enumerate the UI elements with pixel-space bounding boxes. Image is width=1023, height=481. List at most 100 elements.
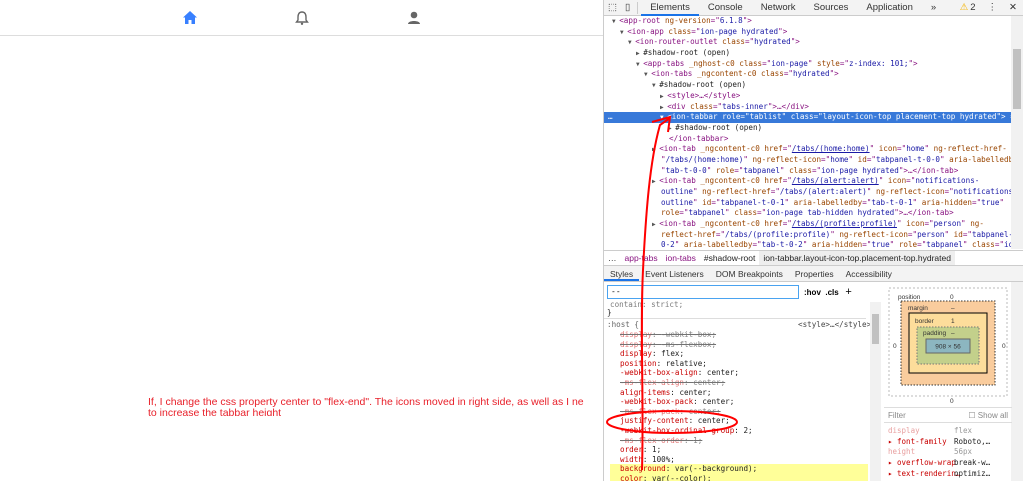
css-property[interactable]: -ms-flex-order: [620, 436, 684, 445]
css-property[interactable]: -webkit-box-pack: [620, 397, 693, 406]
css-declaration[interactable]: display: -ms-flexbox;: [620, 340, 716, 350]
menu-kebab-icon[interactable]: ⋮: [982, 2, 1004, 13]
css-value[interactable]: center;: [707, 368, 739, 377]
dom-node-row[interactable]: "/tabs/(home:home)" ng-reflect-icon="hom…: [604, 155, 1012, 166]
css-value[interactable]: 1;: [652, 445, 661, 454]
dom-node-row[interactable]: 0-2" aria-labelledby="tab-t-0-2" aria-hi…: [604, 240, 1012, 249]
dom-node-row[interactable]: ▼ #shadow-root (open): [604, 80, 1012, 91]
styles-filter-input[interactable]: --: [607, 285, 799, 299]
computed-row[interactable]: ▸ font-family Roboto,…: [884, 437, 1012, 448]
css-value[interactable]: center;: [689, 407, 721, 416]
subtab-dom-breakpoints[interactable]: DOM Breakpoints: [710, 266, 789, 281]
css-value[interactable]: flex;: [661, 349, 684, 358]
css-value[interactable]: 1;: [693, 436, 702, 445]
inspect-element-icon[interactable]: ⬚: [604, 2, 621, 13]
tab-elements[interactable]: Elements: [641, 0, 699, 16]
warning-count[interactable]: 2: [968, 2, 981, 13]
computed-row[interactable]: height 56px: [884, 447, 1012, 458]
subtab-accessibility[interactable]: Accessibility: [840, 266, 898, 281]
css-declaration[interactable]: justify-content: center;: [620, 416, 730, 426]
css-property[interactable]: display: [620, 349, 652, 358]
css-property[interactable]: display: [620, 330, 652, 339]
css-value[interactable]: center;: [698, 416, 730, 425]
show-all-checkbox[interactable]: ☐ Show all: [968, 408, 1012, 422]
styles-scrollbar[interactable]: [870, 302, 881, 481]
css-property[interactable]: -ms-flex-pack: [620, 407, 679, 416]
css-property[interactable]: align-items: [620, 388, 670, 397]
dom-node-row[interactable]: ▼ <app-root ng-version="6.1.8">: [604, 16, 1012, 27]
side-scrollbar[interactable]: [1011, 282, 1023, 481]
cls-toggle[interactable]: .cls: [825, 288, 838, 297]
subtab-styles[interactable]: Styles: [604, 266, 640, 281]
css-declaration[interactable]: -ms-flex-pack: center;: [620, 407, 721, 417]
breadcrumb-item[interactable]: #shadow-root: [700, 251, 760, 265]
dom-node-row[interactable]: outline" ng-reflect-href="/tabs/(alert:a…: [604, 187, 1012, 198]
dom-node-row[interactable]: … ▼ <ion-tabbar role="tablist" class="lay…: [604, 112, 1012, 123]
tab-console[interactable]: Console: [699, 0, 752, 16]
css-value[interactable]: -ms-flexbox;: [661, 340, 716, 349]
css-value[interactable]: center;: [702, 397, 734, 406]
css-property[interactable]: -webkit-box-ordinal-group: [620, 426, 734, 435]
dom-node-row[interactable]: ▶ <style>…</style>: [604, 91, 1012, 102]
dom-node-row[interactable]: ▼ <ion-tabs _ngcontent-c0 class="hydrate…: [604, 69, 1012, 80]
css-value[interactable]: center;: [679, 388, 711, 397]
dom-node-row[interactable]: outline" id="tabpanel-t-0-1" aria-labell…: [604, 198, 1012, 209]
dom-node-row[interactable]: ▶ <div class="tabs-inner">…</div>: [604, 102, 1012, 113]
css-property[interactable]: -ms-flex-align: [620, 378, 684, 387]
dom-node-row[interactable]: ▶ <ion-tab _ngcontent-c0 href="/tabs/(al…: [604, 176, 1012, 187]
tab-sources[interactable]: Sources: [805, 0, 858, 16]
css-property[interactable]: justify-content: [620, 416, 689, 425]
warning-icon[interactable]: ⚠: [960, 2, 969, 13]
css-value[interactable]: var(--color);: [652, 474, 711, 481]
css-value[interactable]: 100%;: [652, 455, 675, 464]
dom-node-row[interactable]: reflect-href="/tabs/(profile:profile)" n…: [604, 230, 1012, 241]
subtab-properties[interactable]: Properties: [789, 266, 840, 281]
css-declaration[interactable]: position: relative;: [620, 359, 707, 369]
css-property[interactable]: order: [620, 445, 643, 454]
computed-row[interactable]: display flex: [884, 426, 1012, 437]
dom-node-row[interactable]: ▼ <ion-app class="ion-page hydrated">: [604, 27, 1012, 38]
css-value[interactable]: center;: [693, 378, 725, 387]
css-value[interactable]: 2;: [743, 426, 752, 435]
breadcrumb-current[interactable]: ion-tabbar.layout-icon-top.placement-top…: [759, 251, 955, 265]
scrollbar-thumb[interactable]: [1013, 49, 1021, 109]
tab-profile[interactable]: [404, 8, 424, 28]
css-declaration[interactable]: display: flex;: [620, 349, 684, 359]
dom-node-row[interactable]: ▶ #shadow-root (open): [604, 48, 1012, 59]
dom-node-row[interactable]: ▶ #shadow-root (open): [604, 123, 1012, 134]
breadcrumb-item[interactable]: app-tabs: [621, 251, 662, 265]
computed-filter-input[interactable]: Filter: [884, 408, 906, 422]
css-declaration[interactable]: align-items: center;: [620, 388, 711, 398]
dom-node-row[interactable]: </ion-tabbar>: [604, 134, 1012, 145]
css-property[interactable]: color: [620, 474, 643, 481]
device-toolbar-icon[interactable]: ▯: [621, 2, 634, 13]
new-rule-button[interactable]: +: [845, 286, 851, 298]
tab-notifications[interactable]: [292, 8, 312, 28]
css-declaration[interactable]: -webkit-box-pack: center;: [620, 397, 734, 407]
close-icon[interactable]: ✕: [1003, 2, 1023, 13]
css-declaration[interactable]: -webkit-box-ordinal-group: 2;: [620, 426, 753, 436]
css-property[interactable]: -webkit-box-align: [620, 368, 698, 377]
dom-node-row[interactable]: ▶ <ion-tab _ngcontent-c0 href="/tabs/(ho…: [604, 144, 1012, 155]
css-declaration[interactable]: -ms-flex-align: center;: [620, 378, 725, 388]
css-value[interactable]: var(--background);: [675, 464, 757, 473]
breadcrumb-ellipsis[interactable]: …: [604, 251, 621, 265]
css-declaration[interactable]: order: 1;: [620, 445, 661, 455]
css-value[interactable]: -webkit-box;: [661, 330, 716, 339]
dom-node-row[interactable]: ▼ <ion-router-outlet class="hydrated">: [604, 37, 1012, 48]
computed-row[interactable]: ▸ text-renderin… optimiz…: [884, 469, 1012, 480]
dom-node-row[interactable]: "tab-t-0-0" role="tabpanel" class="ion-p…: [604, 166, 1012, 177]
tab-home[interactable]: [180, 8, 200, 28]
css-property[interactable]: width: [620, 455, 643, 464]
breadcrumb-item[interactable]: ion-tabs: [662, 251, 700, 265]
css-declaration[interactable]: -ms-flex-order: 1;: [620, 436, 702, 446]
more-tabs-button[interactable]: »: [922, 0, 945, 16]
css-declaration[interactable]: width: 100%;: [620, 455, 675, 465]
subtab-event-listeners[interactable]: Event Listeners: [639, 266, 710, 281]
rule-source-link[interactable]: <style>…</style>: [798, 320, 871, 330]
dom-node-row[interactable]: ▼ <app-tabs _nghost-c0 class="ion-page" …: [604, 59, 1012, 70]
css-declaration[interactable]: display: -webkit-box;: [620, 330, 716, 340]
css-property[interactable]: position: [620, 359, 657, 368]
tab-network[interactable]: Network: [752, 0, 805, 16]
css-declaration[interactable]: -webkit-box-align: center;: [620, 368, 739, 378]
